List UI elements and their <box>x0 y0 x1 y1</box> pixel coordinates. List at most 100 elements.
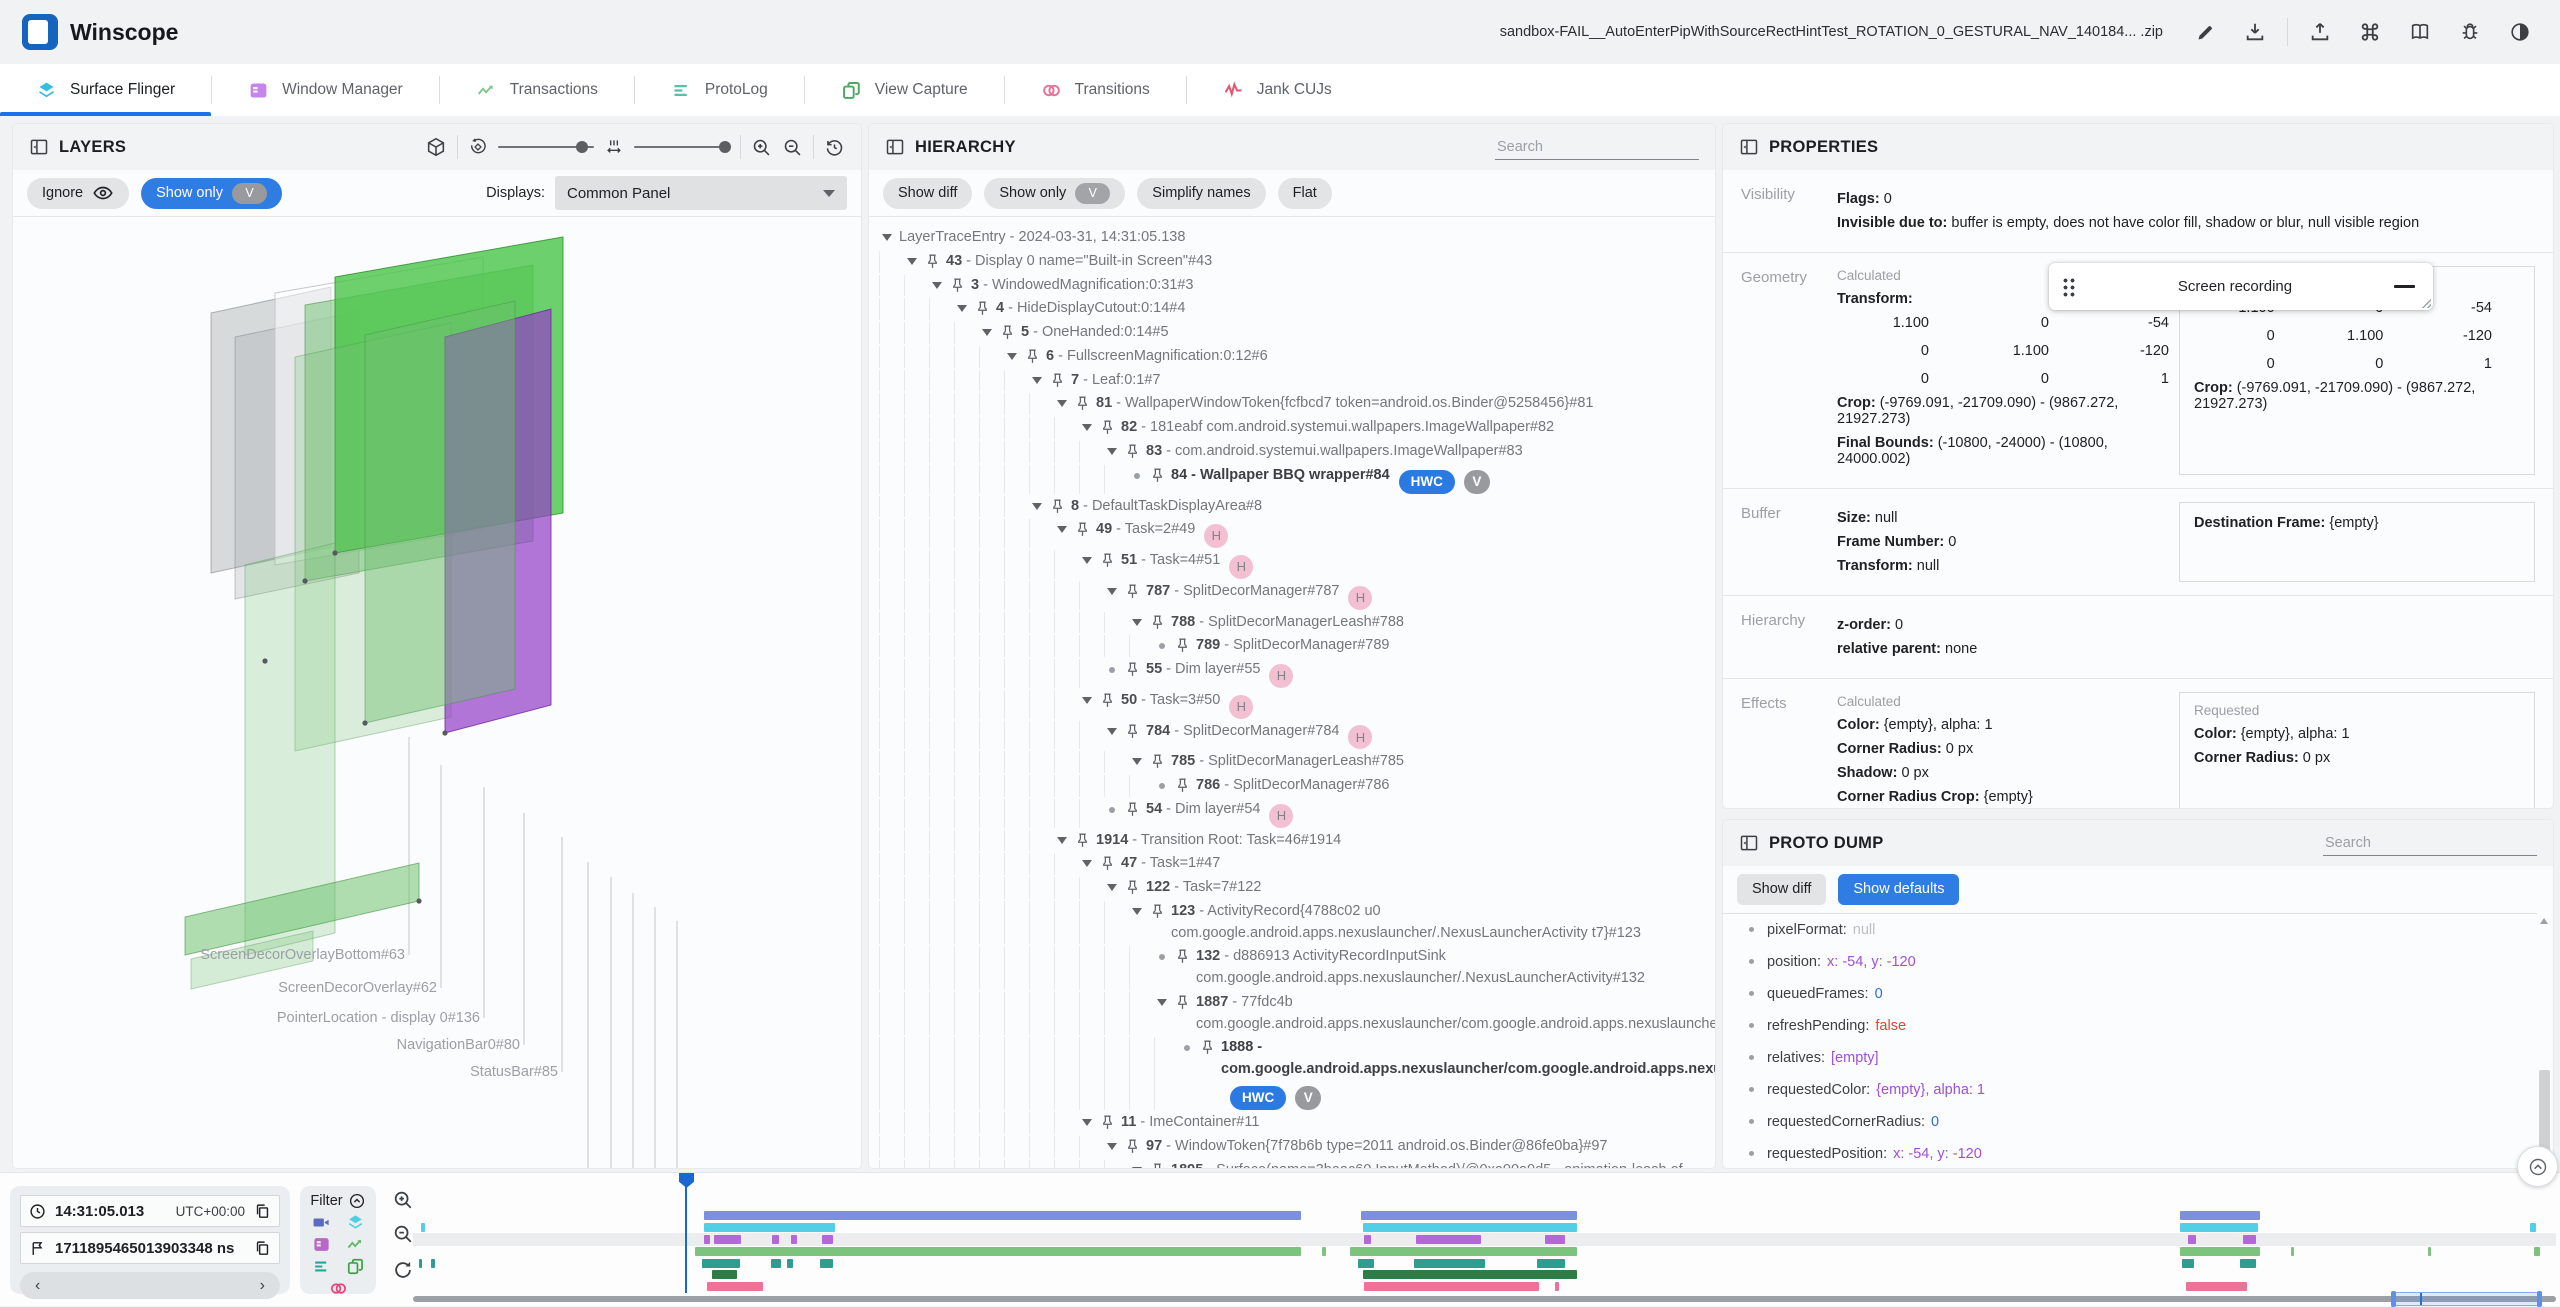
pin-icon[interactable] <box>1124 583 1141 600</box>
chevron-down-icon[interactable] <box>1107 884 1117 892</box>
timeline-segment[interactable] <box>2186 1282 2247 1291</box>
spacing-slider[interactable] <box>634 141 732 153</box>
collapse-panel-icon[interactable] <box>885 137 905 157</box>
timeline-segment[interactable] <box>2530 1223 2536 1232</box>
tab-view-capture[interactable]: View Capture <box>805 64 1004 116</box>
chip-show-diff[interactable]: Show diff <box>883 177 973 209</box>
tree-node[interactable]: 122 - Task=7#122 <box>879 877 1705 899</box>
chip-flat[interactable]: Flat <box>1277 177 1332 209</box>
tree-node[interactable]: 47 - Task=1#47 <box>879 853 1705 876</box>
pin-icon[interactable] <box>1174 948 1191 965</box>
pin-icon[interactable] <box>1124 661 1141 678</box>
tree-node[interactable]: 11 - ImeContainer#11 <box>879 1112 1705 1134</box>
timeline-row-view-capture[interactable] <box>413 1259 2556 1268</box>
timeline-segment[interactable] <box>714 1235 741 1244</box>
tree-node[interactable]: 789 - SplitDecorManager#789 <box>879 635 1705 658</box>
proto-dump-search-input[interactable] <box>2323 830 2537 856</box>
pin-icon[interactable] <box>1099 692 1116 709</box>
proto-property-row[interactable]: requestedColor: {empty}, alpha: 1 <box>1723 1074 2537 1106</box>
chip-show-defaults[interactable]: Show defaults <box>1838 873 1960 905</box>
tree-node[interactable]: 1895 - Surface(name=3baac60 InputMethod)… <box>879 1159 1705 1168</box>
chevron-down-icon[interactable] <box>1007 352 1017 360</box>
tree-node[interactable]: 6 - FullscreenMagnification:0:12#6 <box>879 345 1705 368</box>
tree-node[interactable]: 1888 - com.google.android.apps.nexuslaun… <box>879 1037 1715 1110</box>
pin-icon[interactable] <box>974 300 991 317</box>
timeline-segment[interactable] <box>2180 1247 2260 1256</box>
tree-node[interactable]: 43 - Display 0 name="Built-in Screen"#43 <box>879 250 1705 273</box>
protolog-filter-icon[interactable] <box>312 1257 331 1276</box>
timeline-row-surface-flinger[interactable] <box>413 1223 2556 1232</box>
timeline-segment[interactable] <box>695 1247 1301 1256</box>
displays-select[interactable]: Common Panel <box>555 176 847 210</box>
pin-icon[interactable] <box>1124 443 1141 460</box>
tab-window-manager[interactable]: Window Manager <box>212 64 439 116</box>
tree-node[interactable]: 83 - com.android.systemui.wallpapers.Ima… <box>879 440 1705 463</box>
collapse-panel-icon[interactable] <box>29 137 49 157</box>
proto-property-row[interactable]: refreshPending: false <box>1723 1010 2537 1042</box>
pin-icon[interactable] <box>999 324 1016 341</box>
chevron-down-icon[interactable] <box>1107 587 1117 595</box>
resize-handle[interactable] <box>2420 297 2431 308</box>
timeline-cursor[interactable] <box>685 1176 687 1293</box>
chevron-down-icon[interactable] <box>907 257 917 265</box>
tree-node[interactable]: 786 - SplitDecorManager#786 <box>879 775 1705 797</box>
pin-icon[interactable] <box>1099 419 1116 436</box>
surface-flinger-filter-icon[interactable] <box>346 1213 365 1232</box>
chevron-down-icon[interactable] <box>957 305 967 313</box>
tree-node[interactable]: 84 - Wallpaper BBQ wrapper#84 HWC V <box>879 464 1705 494</box>
chip-show-only[interactable]: Show only V <box>984 177 1126 209</box>
chevron-down-icon[interactable] <box>1032 502 1042 510</box>
transactions-filter-icon[interactable] <box>346 1235 365 1254</box>
pin-icon[interactable] <box>1149 903 1166 920</box>
timeline-segment[interactable] <box>1358 1259 1374 1268</box>
chip-simplify-names[interactable]: Simplify names <box>1137 177 1266 209</box>
chevron-down-icon[interactable] <box>1082 696 1092 704</box>
tree-node[interactable]: 8 - DefaultTaskDisplayArea#8 <box>879 495 1705 518</box>
proto-property-row[interactable]: position: x: -54, y: -120 <box>1723 946 2537 978</box>
timeline-row-jank-cujs[interactable] <box>413 1282 2556 1291</box>
layers-3d-scene[interactable]: ScreenDecorOverlayBottom#63 ScreenDecorOv… <box>13 217 861 1168</box>
chevron-down-icon[interactable] <box>1132 618 1142 626</box>
pin-icon[interactable] <box>924 253 941 270</box>
human-time-field[interactable]: 14:31:05.013 UTC+00:00 <box>20 1195 280 1227</box>
pin-icon[interactable] <box>1199 1039 1216 1056</box>
timeline-segment[interactable] <box>419 1259 422 1268</box>
tree-node[interactable]: 51 - Task=4#51 H <box>879 550 1705 579</box>
collapse-panel-icon[interactable] <box>1739 137 1759 157</box>
pin-icon[interactable] <box>1099 855 1116 872</box>
timeline-segment[interactable] <box>787 1259 793 1268</box>
tree-node[interactable]: 55 - Dim layer#55 H <box>879 659 1705 688</box>
timeline-segment[interactable] <box>1363 1270 1577 1279</box>
pin-icon[interactable] <box>1149 467 1166 484</box>
timeline-segment[interactable] <box>791 1235 797 1244</box>
edit-trace-button[interactable] <box>2187 14 2223 50</box>
timeline-segment[interactable] <box>2188 1235 2196 1244</box>
tree-node[interactable]: 123 - ActivityRecord{4788c02 u0 com.goog… <box>879 900 1705 945</box>
chevron-down-icon[interactable] <box>1082 1119 1092 1126</box>
tree-node[interactable]: 784 - SplitDecorManager#784 H <box>879 720 1705 750</box>
timeline-segment[interactable] <box>1545 1235 1565 1244</box>
timeline-segment[interactable] <box>1363 1223 1577 1232</box>
chevron-down-icon[interactable] <box>1082 424 1092 431</box>
timeline-segment[interactable] <box>772 1235 779 1244</box>
pin-icon[interactable] <box>1174 777 1191 794</box>
pin-icon[interactable] <box>1149 614 1166 631</box>
view-capture-filter-icon[interactable] <box>346 1257 365 1276</box>
tab-surface-flinger[interactable]: Surface Flinger <box>0 64 212 116</box>
timeline-canvas[interactable] <box>413 1173 2556 1307</box>
pin-icon[interactable] <box>1174 637 1191 654</box>
timeline-segment[interactable] <box>1322 1247 1326 1256</box>
timeline-segment[interactable] <box>2428 1247 2431 1256</box>
report-bug-button[interactable] <box>2452 14 2488 50</box>
timeline-row-screen-recording[interactable] <box>413 1211 2556 1220</box>
timeline-cursor-handle[interactable] <box>679 1173 694 1188</box>
ignore-visibility-chip[interactable]: Ignore <box>27 177 130 209</box>
tree-node[interactable]: 54 - Dim layer#54 H <box>879 798 1705 828</box>
screen-recording-overlay[interactable]: Screen recording <box>2049 263 2433 310</box>
reset-view-icon[interactable] <box>824 137 845 158</box>
timeline-segment[interactable] <box>822 1235 833 1244</box>
window-manager-filter-icon[interactable] <box>312 1235 331 1254</box>
pin-icon[interactable] <box>1099 1114 1116 1131</box>
timeline-segment[interactable] <box>421 1223 425 1232</box>
tree-node[interactable]: 50 - Task=3#50 H <box>879 689 1705 719</box>
